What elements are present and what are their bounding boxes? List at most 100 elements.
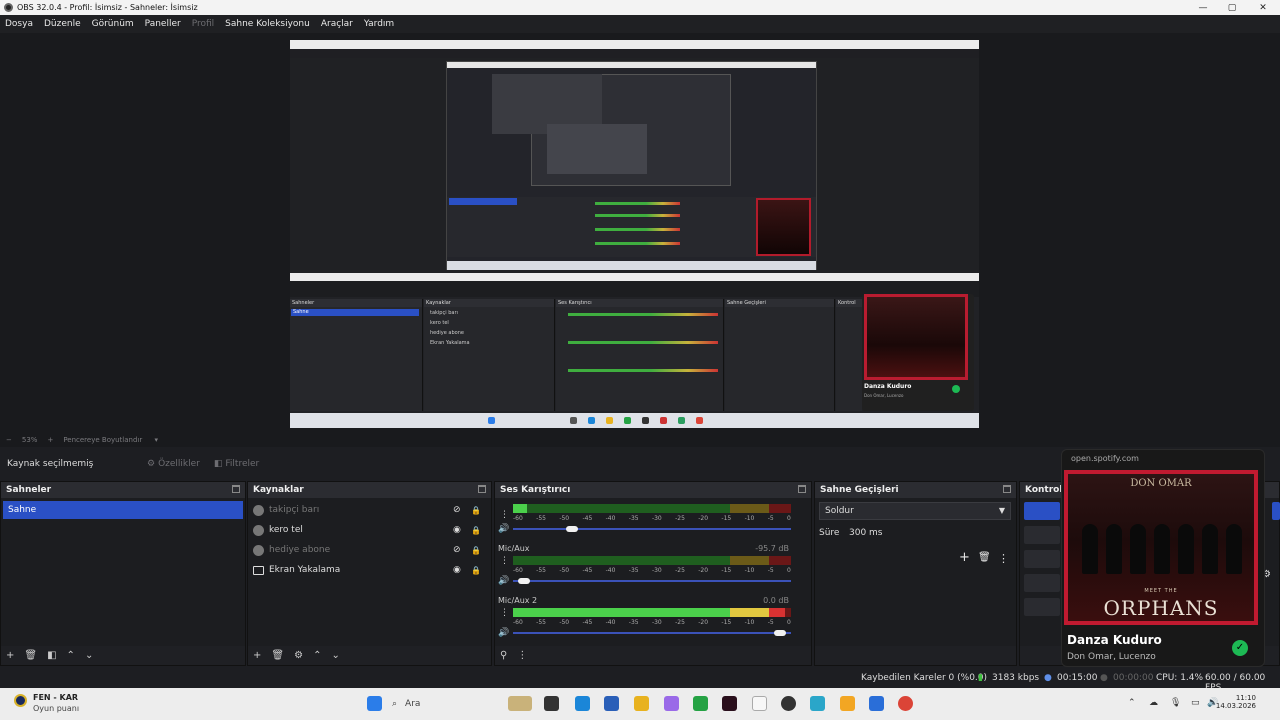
news-widget-icon[interactable] (508, 696, 532, 711)
menu-araclar[interactable]: Araçlar (321, 19, 353, 29)
gear-icon: ⚙ (147, 458, 156, 469)
eye-hidden-icon[interactable]: ⊘ (453, 545, 461, 555)
arrow-up-icon[interactable]: ⌃ (313, 650, 321, 661)
channel-menu-icon[interactable]: ⋮ (500, 608, 509, 618)
more-options-icon[interactable]: ⋮ (998, 552, 1009, 565)
zoom-in-button[interactable]: + (47, 436, 53, 444)
filter-icon[interactable]: ◧ (47, 650, 56, 661)
studio-mode-button[interactable] (1024, 550, 1060, 568)
trash-icon[interactable]: 🗑 (24, 650, 37, 661)
add-source-icon[interactable]: + (253, 650, 261, 661)
lock-icon[interactable]: 🔒 (471, 546, 481, 555)
microphone-icon[interactable]: 🎙 (1170, 698, 1181, 708)
volume-slider[interactable] (513, 528, 791, 530)
arrow-up-icon[interactable]: ⌃ (67, 650, 75, 661)
channel-menu-icon[interactable]: ⋮ (500, 556, 509, 566)
menu-gorunum[interactable]: Görünüm (92, 19, 134, 29)
lock-icon[interactable]: 🔒 (471, 566, 481, 575)
float-dock-icon[interactable] (478, 485, 486, 493)
fenerbahce-logo-icon[interactable] (14, 694, 27, 707)
source-item[interactable]: hediye abone ⊘ 🔒 (253, 541, 483, 559)
app-icon[interactable] (840, 696, 855, 711)
start-streaming-button[interactable] (1024, 502, 1060, 520)
maximize-button[interactable]: ▢ (1217, 0, 1247, 15)
taskbar-clock[interactable]: 11:10 14.03.2026 (1216, 694, 1256, 710)
chevron-up-icon[interactable]: ⌃ (1128, 698, 1136, 708)
zoom-out-button[interactable]: − (6, 436, 12, 444)
link-icon[interactable]: ⚲ (500, 650, 507, 661)
volume-slider[interactable] (513, 632, 791, 634)
exit-button[interactable] (1024, 598, 1060, 616)
meter-tick-label: -60 (513, 567, 523, 574)
more-options-icon[interactable]: ⋮ (517, 650, 527, 661)
spotify-miniplayer[interactable]: open.spotify.com DON OMAR MEET THE ORPHA… (1061, 449, 1265, 667)
close-button[interactable]: ✕ (1248, 0, 1278, 15)
speaker-icon[interactable]: 🔊 (498, 576, 509, 586)
speaker-icon[interactable]: 🔊 (498, 524, 509, 534)
meter-tick-label: -45 (582, 619, 593, 626)
file-explorer-icon[interactable] (634, 696, 649, 711)
scene-item[interactable]: Sahne (3, 501, 243, 519)
whatsapp-icon[interactable] (693, 696, 708, 711)
volume-slider[interactable] (513, 580, 791, 582)
start-icon[interactable] (367, 696, 382, 711)
network-icon[interactable]: ▭ (1191, 698, 1200, 708)
album-subtitle: MEET THE (1144, 588, 1178, 594)
lock-icon[interactable]: 🔒 (471, 506, 481, 515)
menu-paneller[interactable]: Paneller (145, 19, 181, 29)
widget-title[interactable]: FEN - KAR (33, 693, 78, 702)
gear-icon[interactable]: ⚙ (294, 650, 303, 661)
obs-logo-icon (4, 3, 13, 12)
eye-hidden-icon[interactable]: ⊘ (453, 505, 461, 515)
settings-button[interactable] (1024, 574, 1060, 592)
source-item[interactable]: kero tel ◉ 🔒 (253, 521, 483, 539)
add-transition-icon[interactable]: + (959, 550, 970, 565)
menu-duzenle[interactable]: Düzenle (44, 19, 81, 29)
duration-input[interactable]: 300 ms (849, 528, 883, 538)
menu-yardim[interactable]: Yardım (364, 19, 394, 29)
arrow-down-icon[interactable]: ⌄ (331, 650, 339, 661)
menu-sahne-koleksiyonu[interactable]: Sahne Koleksiyonu (225, 19, 310, 29)
edge-icon[interactable] (575, 696, 590, 711)
taskbar-search[interactable]: ⌕ Ara (392, 695, 502, 713)
properties-label: Özellikler (158, 458, 200, 469)
trash-icon[interactable]: 🗑 (978, 552, 991, 563)
float-dock-icon[interactable] (232, 485, 240, 493)
menu-dosya[interactable]: Dosya (5, 19, 33, 29)
lock-icon[interactable]: 🔒 (471, 526, 481, 535)
volume-slider-knob[interactable] (566, 526, 579, 532)
notepad-icon[interactable] (752, 696, 767, 711)
trash-icon[interactable]: 🗑 (271, 650, 284, 661)
chrome-icon[interactable] (898, 696, 913, 711)
tray-icon[interactable]: ☁ (1149, 698, 1158, 708)
app-icon[interactable] (722, 696, 737, 711)
properties-button[interactable]: ⚙ Özellikler (147, 459, 200, 469)
menu-profil[interactable]: Profil (192, 19, 214, 29)
arrow-down-icon[interactable]: ⌄ (85, 650, 93, 661)
volume-slider-knob[interactable] (773, 630, 786, 636)
app-icon[interactable] (869, 696, 884, 711)
task-view-icon[interactable] (544, 696, 559, 711)
zoom-mode-dropdown[interactable]: Pencereye Boyutlandır ▾ (63, 436, 168, 444)
start-recording-button[interactable] (1024, 526, 1060, 544)
filters-button[interactable]: ◧ Filtreler (214, 459, 259, 469)
program-preview[interactable]: Sahneler Sahne Kaynaklar takipçi barı ke… (290, 40, 979, 428)
source-item[interactable]: Ekran Yakalama ◉ 🔒 (253, 561, 483, 579)
app-icon[interactable] (810, 696, 825, 711)
store-icon[interactable] (604, 696, 619, 711)
add-scene-icon[interactable]: + (6, 650, 14, 661)
transition-select[interactable]: Soldur ▼ (819, 502, 1011, 520)
eye-icon[interactable]: ◉ (453, 565, 461, 575)
obs-icon[interactable] (781, 696, 796, 711)
start-streaming-button[interactable] (1272, 502, 1280, 520)
source-item[interactable]: takipçi barı ⊘ 🔒 (253, 501, 483, 519)
eye-icon[interactable]: ◉ (453, 525, 461, 535)
channel-menu-icon[interactable]: ⋮ (500, 510, 509, 520)
float-dock-icon[interactable] (798, 485, 806, 493)
copilot-icon[interactable] (664, 696, 679, 711)
speaker-icon[interactable]: 🔊 (498, 628, 509, 638)
minimize-button[interactable]: — (1188, 0, 1218, 15)
volume-slider-knob[interactable] (518, 578, 531, 584)
float-dock-icon[interactable] (1003, 485, 1011, 493)
check-icon[interactable]: ✓ (1232, 640, 1248, 656)
